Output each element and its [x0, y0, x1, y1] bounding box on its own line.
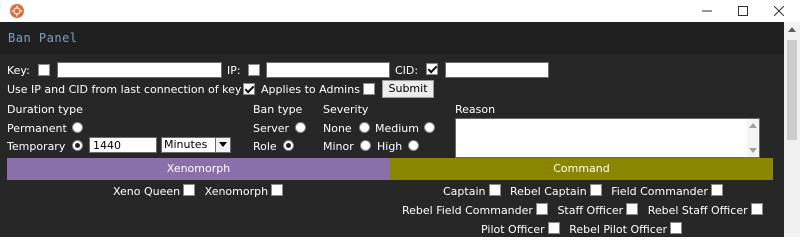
role-option[interactable]: Field Commander [611, 184, 723, 198]
scroll-up-icon[interactable] [749, 123, 757, 128]
role-option[interactable]: Staff Officer [557, 203, 639, 217]
temporary-radio[interactable] [72, 140, 83, 151]
close-icon[interactable] [765, 2, 793, 20]
role-checkbox[interactable] [488, 184, 501, 196]
os-titlebar [0, 0, 800, 22]
severity-heading: Severity [323, 103, 369, 116]
role-option-label: Rebel Field Commander [402, 204, 533, 217]
cid-input[interactable] [445, 62, 549, 78]
ban-type-heading: Ban type [253, 103, 303, 116]
role-checkbox[interactable] [589, 184, 602, 196]
role-checkbox[interactable] [626, 203, 639, 215]
role-option-label: Xeno Queen [113, 185, 181, 198]
window-scrollbar[interactable] [784, 22, 800, 237]
role-checkbox[interactable] [547, 222, 560, 234]
role-checkbox[interactable] [750, 203, 763, 215]
severity-high-label: High [377, 140, 403, 153]
role-option-label: Rebel Staff Officer [647, 204, 748, 217]
command-role-row-1: Captain Rebel Captain Field Commander [440, 184, 726, 198]
role-option[interactable]: Rebel Captain [510, 184, 602, 198]
minimize-icon[interactable] [693, 2, 721, 20]
severity-medium-label: Medium [375, 122, 419, 135]
role-option[interactable]: Xenomorph [204, 184, 284, 198]
role-label: Role [253, 140, 277, 153]
duration-amount-input[interactable]: 1440 [89, 137, 157, 153]
role-option[interactable]: Xeno Queen [113, 184, 196, 198]
panel-header: Ban Panel [0, 22, 784, 54]
severity-minor-radio[interactable] [360, 140, 371, 151]
severity-minor-label: Minor [323, 140, 354, 153]
reason-textarea[interactable] [455, 118, 760, 158]
chevron-down-icon[interactable] [215, 138, 230, 152]
role-option[interactable]: Captain [443, 184, 501, 198]
applies-to-admins-checkbox[interactable] [363, 83, 375, 95]
temporary-label: Temporary [7, 140, 66, 153]
ip-checkbox[interactable] [248, 64, 260, 76]
role-radio[interactable] [283, 140, 294, 151]
role-option-label: Rebel Pilot Officer [569, 223, 668, 236]
permanent-label: Permanent [7, 122, 67, 135]
app-icon [10, 4, 24, 18]
role-option-label: Captain [443, 185, 486, 198]
panel-title: Ban Panel [8, 31, 78, 45]
role-checkbox[interactable] [271, 184, 284, 196]
maximize-icon[interactable] [729, 2, 757, 20]
role-option[interactable]: Rebel Pilot Officer [569, 222, 683, 236]
severity-none-radio[interactable] [359, 122, 370, 133]
command-category-header[interactable]: Command [390, 158, 773, 180]
role-option[interactable]: Rebel Staff Officer [648, 203, 763, 217]
xenomorph-category-header[interactable]: Xenomorph [7, 158, 390, 180]
use-last-connection-label: Use IP and CID from last connection of k… [7, 83, 242, 96]
command-role-row-3: Pilot Officer Rebel Pilot Officer [478, 222, 685, 236]
server-radio[interactable] [295, 122, 306, 133]
key-input[interactable] [57, 62, 222, 78]
role-option-label: Xenomorph [204, 185, 269, 198]
role-checkbox[interactable] [710, 184, 723, 196]
ban-panel-window: Ban Panel Key: IP: CID: Use IP and CID f… [0, 22, 784, 237]
reason-heading: Reason [455, 103, 496, 116]
cid-checkbox[interactable] [426, 63, 438, 75]
role-option-label: Rebel Captain [510, 185, 587, 198]
role-checkbox[interactable] [183, 184, 196, 196]
role-option[interactable]: Rebel Field Commander [402, 203, 548, 217]
duration-type-heading: Duration type [7, 103, 83, 116]
role-option-label: Field Commander [611, 185, 708, 198]
key-checkbox[interactable] [38, 64, 50, 76]
scrollbar-thumb[interactable] [787, 40, 797, 140]
applies-to-admins-label: Applies to Admins [261, 83, 360, 96]
ip-input[interactable] [266, 62, 390, 78]
reason-scrollbar[interactable] [747, 119, 759, 157]
role-option-label: Pilot Officer [481, 223, 545, 236]
use-last-connection-checkbox[interactable] [243, 83, 255, 95]
server-label: Server [253, 122, 290, 135]
scroll-up-icon[interactable] [788, 27, 796, 32]
role-option-label: Staff Officer [557, 204, 624, 217]
command-role-row-2: Rebel Field Commander Staff Officer Rebe… [399, 203, 766, 217]
severity-medium-radio[interactable] [424, 122, 435, 133]
role-checkbox[interactable] [670, 222, 683, 234]
severity-high-radio[interactable] [408, 140, 419, 151]
ip-label: IP: [227, 64, 241, 77]
key-label: Key: [7, 64, 30, 77]
cid-label: CID: [395, 64, 419, 77]
role-checkbox[interactable] [535, 203, 548, 215]
duration-unit-value: Minutes [164, 138, 208, 151]
duration-unit-select[interactable]: Minutes [161, 137, 231, 153]
scroll-down-icon[interactable] [749, 148, 757, 153]
xeno-role-row: Xeno Queen Xenomorph [110, 184, 286, 198]
severity-none-label: None [323, 122, 352, 135]
role-option[interactable]: Pilot Officer [481, 222, 560, 236]
permanent-radio[interactable] [72, 122, 83, 133]
submit-button[interactable]: Submit [382, 80, 434, 98]
